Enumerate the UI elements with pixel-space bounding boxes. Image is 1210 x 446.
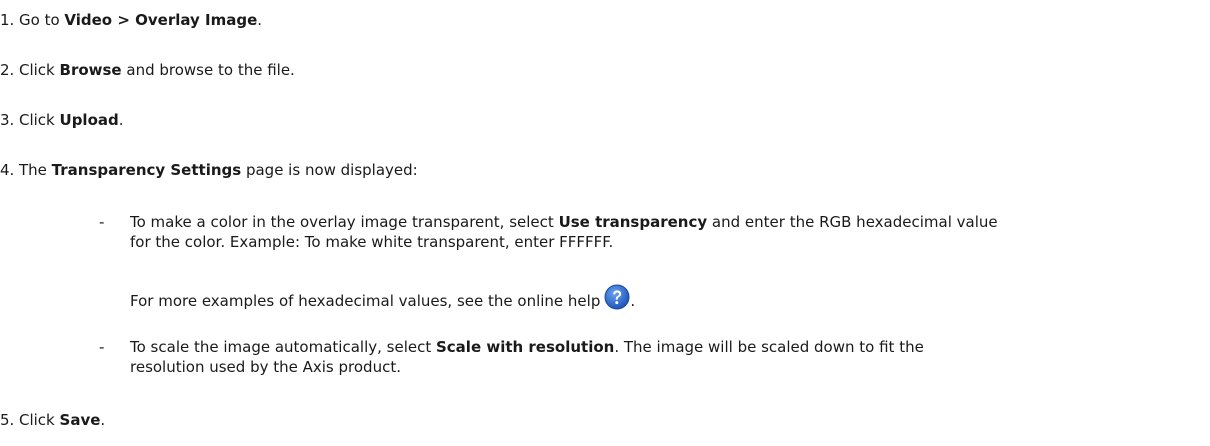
bullet-transparency-line-2: for the color. Example: To make white tr… (130, 233, 614, 251)
bullet-transparency-pre: To make a color in the overlay image tra… (130, 213, 559, 231)
bullet-scale-bold: Scale with resolution (435, 338, 615, 356)
step-1-bold: Video > Overlay Image (64, 11, 258, 29)
step-1-post: . (257, 11, 263, 29)
step-2-post: and browse to the file. (121, 61, 295, 79)
step-2-text: Click Browse and browse to the file. (19, 60, 295, 80)
bullet-transparency-bold: Use transparency (558, 213, 708, 231)
step-1-text: Go to Video > Overlay Image. (19, 10, 262, 30)
step-2-pre: Click (19, 61, 60, 79)
help-text: For more examples of hexadecimal values,… (130, 292, 601, 310)
bullet-dash: - (99, 213, 105, 231)
step-1-pre: Go to (19, 11, 65, 29)
bullet-dash: - (99, 338, 105, 356)
step-3-post: . (118, 111, 124, 129)
bullet-scale-pre: To scale the image automatically, select (130, 338, 436, 356)
bullet-scale-line-2: resolution used by the Axis product. (130, 358, 401, 376)
bullet-transparency-post: and enter the RGB hexadecimal value (707, 213, 998, 231)
step-4-post: page is now displayed: (241, 161, 418, 179)
step-4-text: The Transparency Settings page is now di… (19, 160, 418, 180)
step-4-pre: The (19, 161, 52, 179)
step-5-pre: Click (19, 411, 60, 429)
bullet-scale-line-1: To scale the image automatically, select… (130, 337, 924, 357)
bullet-transparency-line-1: To make a color in the overlay image tra… (130, 212, 998, 232)
step-5-text: Click Save. (19, 410, 105, 430)
help-period: . (630, 292, 636, 310)
bullet-transparency-help-line: For more examples of hexadecimal values,… (130, 284, 635, 311)
step-5-bold: Save (59, 411, 101, 429)
step-5-post: . (100, 411, 106, 429)
help-question-icon[interactable] (604, 284, 630, 310)
bullet-scale-post: . The image will be scaled down to fit t… (614, 338, 924, 356)
step-3-text: Click Upload. (19, 110, 124, 130)
step-4-bold: Transparency Settings (51, 161, 242, 179)
step-2-bold: Browse (59, 61, 122, 79)
step-3-pre: Click (19, 111, 60, 129)
step-3-bold: Upload (59, 111, 119, 129)
